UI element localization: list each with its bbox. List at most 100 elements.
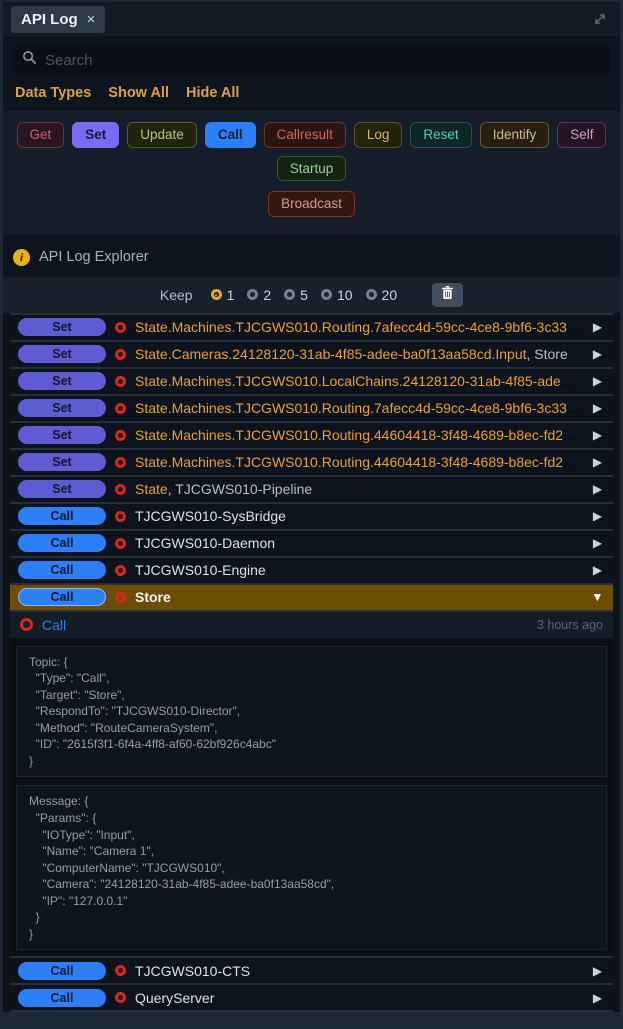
log-type-button[interactable]: Set	[18, 345, 106, 363]
expand-arrow-icon[interactable]: ▶	[590, 563, 605, 577]
log-type-button[interactable]: Set	[18, 426, 106, 444]
filter-button-identify[interactable]: Identify	[480, 122, 550, 148]
status-ring-icon	[115, 322, 126, 333]
log-row[interactable]: Set State.Machines.TJCGWS010.Routing.7af…	[10, 394, 613, 421]
log-rows-after-detail: Call TJCGWS010-CTS ▶ Call QueryServer ▶ …	[10, 956, 613, 1012]
log-type-button[interactable]: Call	[18, 561, 106, 579]
radio-icon[interactable]	[247, 289, 258, 300]
expand-arrow-icon[interactable]: ▶	[590, 374, 605, 388]
keep-radio-5[interactable]: 5	[284, 287, 308, 303]
filter-button-get[interactable]: Get	[17, 122, 65, 148]
status-ring-icon	[115, 592, 126, 603]
log-row[interactable]: Call TJCGWS010-CTS ▶	[10, 956, 613, 983]
status-ring-icon	[115, 376, 126, 387]
data-types-label[interactable]: Data Types	[15, 85, 91, 101]
expand-arrow-icon[interactable]: ▼	[590, 590, 605, 604]
search-bar[interactable]	[13, 46, 610, 74]
filter-button-startup[interactable]: Startup	[277, 156, 347, 182]
filter-button-call[interactable]: Call	[205, 122, 256, 148]
explorer-header: i API Log Explorer	[3, 234, 620, 277]
radio-icon[interactable]	[366, 289, 377, 300]
radio-icon[interactable]	[321, 289, 332, 300]
log-row[interactable]: Set State.Machines.TJCGWS010.Routing.7af…	[10, 313, 613, 340]
log-type-button[interactable]: Call	[18, 507, 106, 525]
detail-type-label: Call	[42, 617, 66, 633]
status-ring-icon	[115, 565, 126, 576]
log-row-target: , TJCGWS010-Pipeline	[168, 481, 312, 497]
filter-button-broadcast[interactable]: Broadcast	[268, 191, 355, 217]
log-row[interactable]: Call Store ▼	[10, 583, 613, 610]
log-row[interactable]: Call QueryServer ▶	[10, 983, 613, 1010]
filter-button-reset[interactable]: Reset	[410, 122, 471, 148]
expand-arrow-icon[interactable]: ▶	[590, 964, 605, 978]
expand-arrow-icon[interactable]: ▶	[590, 455, 605, 469]
hide-all-link[interactable]: Hide All	[186, 85, 239, 101]
close-icon[interactable]: ×	[87, 12, 96, 27]
log-row-topic: TJCGWS010-Engine	[135, 562, 266, 578]
expand-arrow-icon[interactable]: ▶	[590, 509, 605, 523]
show-all-link[interactable]: Show All	[108, 85, 169, 101]
log-type-button[interactable]: Call	[18, 534, 106, 552]
log-type-button[interactable]: Call	[18, 588, 106, 606]
log-type-button[interactable]: Set	[18, 372, 106, 390]
status-ring-icon	[115, 430, 126, 441]
filter-row-primary: Get Set Update Call Callresult Log Reset Identi…	[15, 122, 608, 181]
filter-button-self[interactable]: Self	[557, 122, 606, 148]
data-types-bar: Data Types Show All Hide All	[3, 74, 620, 104]
log-type-button[interactable]: Set	[18, 318, 106, 336]
keep-radio-20[interactable]: 20	[366, 287, 398, 303]
log-type-button[interactable]: Call	[18, 989, 106, 1007]
keep-label: Keep	[160, 287, 193, 303]
expand-arrow-icon[interactable]: ▶	[590, 320, 605, 334]
log-row-topic: Store	[135, 589, 171, 605]
keep-radio-2[interactable]: 2	[247, 287, 271, 303]
log-row-topic: QueryServer	[135, 990, 214, 1006]
filter-button-log[interactable]: Log	[354, 122, 403, 148]
log-type-button[interactable]: Set	[18, 399, 106, 417]
search-icon	[22, 50, 37, 70]
status-ring-icon	[115, 484, 126, 495]
expand-arrow-icon[interactable]: ▶	[590, 991, 605, 1005]
log-row[interactable]: Set State.Machines.TJCGWS010.Routing.446…	[10, 448, 613, 475]
status-ring-icon	[115, 457, 126, 468]
keep-radio-1[interactable]: 1	[211, 287, 235, 303]
status-ring-icon	[115, 965, 126, 976]
log-row-topic: State	[135, 481, 168, 497]
expand-arrow-icon[interactable]: ▶	[590, 428, 605, 442]
resize-icon[interactable]	[592, 11, 608, 32]
filter-panel: Get Set Update Call Callresult Log Reset Identi…	[3, 111, 620, 234]
filter-button-callresult[interactable]: Callresult	[264, 122, 346, 148]
radio-label: 10	[337, 287, 353, 303]
log-type-button[interactable]: Set	[18, 453, 106, 471]
log-row-topic: TJCGWS010-CTS	[135, 963, 250, 979]
log-row[interactable]: Call TJCGWS010-Daemon ▶	[10, 529, 613, 556]
radio-label: 20	[382, 287, 398, 303]
log-row[interactable]: Call TJCGWS010-Engine ▶	[10, 556, 613, 583]
log-row[interactable]: Set State.Cameras.24128120-31ab-4f85-ade…	[10, 340, 613, 367]
clear-log-button[interactable]	[432, 283, 463, 307]
filter-row-secondary: Broadcast	[15, 191, 608, 217]
tab-api-log[interactable]: API Log ×	[11, 6, 105, 33]
detail-topic-json: Topic: { "Type": "Call", "Target": "Stor…	[16, 646, 607, 778]
log-type-button[interactable]: Call	[18, 962, 106, 980]
expand-arrow-icon[interactable]: ▶	[590, 536, 605, 550]
expand-arrow-icon[interactable]: ▶	[590, 401, 605, 415]
log-row[interactable]: Set State, TJCGWS010-Pipeline ▶	[10, 475, 613, 502]
expand-arrow-icon[interactable]: ▶	[590, 482, 605, 496]
filter-button-set[interactable]: Set	[72, 122, 119, 148]
log-row[interactable]: Set State.Machines.TJCGWS010.Routing.446…	[10, 421, 613, 448]
expand-arrow-icon[interactable]: ▶	[590, 347, 605, 361]
keep-row: Keep 1 2 5 10 20	[3, 277, 620, 313]
explorer-panel: Keep 1 2 5 10 20	[3, 277, 620, 1012]
radio-icon[interactable]	[284, 289, 295, 300]
status-ring-icon	[115, 403, 126, 414]
log-type-button[interactable]: Set	[18, 480, 106, 498]
filter-button-update[interactable]: Update	[127, 122, 197, 148]
search-input[interactable]	[45, 52, 601, 69]
log-row[interactable]: Call TJCGWS010-SysBridge ▶	[10, 502, 613, 529]
log-detail-header: Call 3 hours ago	[10, 612, 613, 638]
radio-icon[interactable]	[211, 289, 222, 300]
log-row[interactable]: Call TJCGWS010-Pipeline ▶	[10, 1010, 613, 1012]
log-row[interactable]: Set State.Machines.TJCGWS010.LocalChains…	[10, 367, 613, 394]
keep-radio-10[interactable]: 10	[321, 287, 353, 303]
